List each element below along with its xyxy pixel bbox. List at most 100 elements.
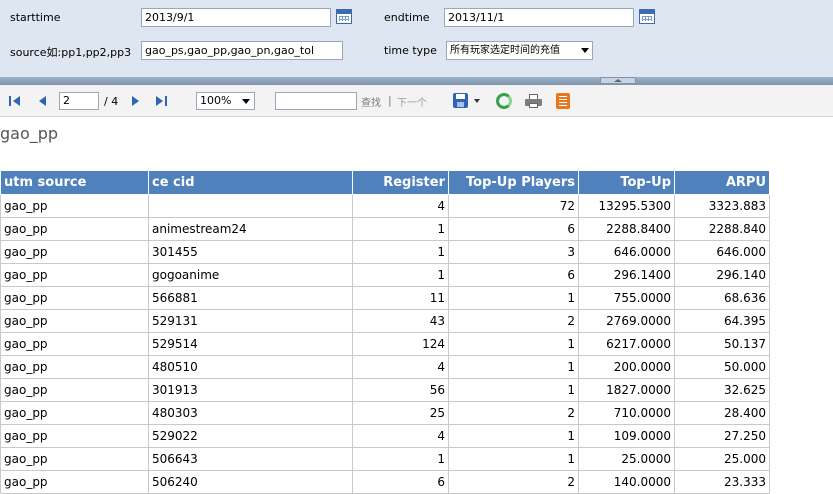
cell-top-up: 200.0000 — [578, 355, 675, 379]
cell-top-up-players: 1 — [448, 447, 579, 471]
cell-ce-cid — [148, 194, 353, 218]
cell-utm-source: gao_pp — [0, 355, 149, 379]
refresh-icon[interactable] — [496, 93, 512, 109]
zoom-value: 100% — [200, 94, 232, 107]
next-page-button[interactable] — [131, 95, 140, 107]
cell-top-up: 13295.5300 — [578, 194, 675, 218]
cell-top-up-players: 1 — [448, 332, 579, 356]
cell-arpu: 32.625 — [674, 378, 770, 402]
cell-utm-source: gao_pp — [0, 263, 149, 287]
column-header-register: Register — [352, 170, 449, 195]
parameter-panel: starttime 2013/9/1 endtime 2013/11/1 sou… — [0, 0, 833, 77]
column-header-utm-source: utm source — [0, 170, 149, 195]
cell-top-up: 6217.0000 — [578, 332, 675, 356]
report-toolbar: 2 / 4 100% 查找 | 下一个 — [0, 85, 833, 117]
cell-ce-cid: 529022 — [148, 424, 353, 448]
find-input[interactable] — [275, 92, 357, 110]
table-row: gao_pp 480510 4 1 200.0000 50.000 — [0, 355, 770, 379]
cell-ce-cid: 301455 — [148, 240, 353, 264]
previous-page-button[interactable] — [38, 95, 47, 107]
cell-register: 56 — [352, 378, 449, 402]
find-next-button[interactable]: 下一个 — [397, 94, 427, 109]
table-row: gao_pp gogoanime 1 6 296.1400 296.140 — [0, 263, 770, 287]
table-row: gao_pp 480303 25 2 710.0000 28.400 — [0, 401, 770, 425]
timetype-label: time type — [384, 44, 437, 57]
cell-ce-cid: 506643 — [148, 447, 353, 471]
cell-utm-source: gao_pp — [0, 194, 149, 218]
collapse-handle[interactable] — [600, 77, 636, 84]
table-row: gao_pp 301913 56 1 1827.0000 32.625 — [0, 378, 770, 402]
cell-utm-source: gao_pp — [0, 240, 149, 264]
column-header-arpu: ARPU — [674, 170, 770, 195]
cell-arpu: 296.140 — [674, 263, 770, 287]
cell-ce-cid: 480510 — [148, 355, 353, 379]
cell-top-up-players: 3 — [448, 240, 579, 264]
endtime-input[interactable]: 2013/11/1 — [444, 8, 634, 27]
cell-register: 11 — [352, 286, 449, 310]
cell-top-up: 296.1400 — [578, 263, 675, 287]
cell-arpu: 28.400 — [674, 401, 770, 425]
starttime-calendar-icon[interactable] — [336, 9, 352, 24]
cell-arpu: 50.000 — [674, 355, 770, 379]
table-row: gao_pp 4 72 13295.5300 3323.883 — [0, 194, 770, 218]
last-page-arrow-icon — [156, 96, 163, 106]
first-page-button[interactable] — [9, 95, 23, 107]
cell-ce-cid: 529514 — [148, 332, 353, 356]
timetype-selected-value: 所有玩家选定时间的充值 — [450, 45, 560, 56]
cell-top-up-players: 6 — [448, 263, 579, 287]
cell-register: 1 — [352, 263, 449, 287]
endtime-label: endtime — [384, 11, 430, 24]
cell-ce-cid: 506240 — [148, 470, 353, 494]
toolbar-separator: | — [388, 94, 392, 107]
starttime-input[interactable]: 2013/9/1 — [141, 8, 331, 27]
cell-utm-source: gao_pp — [0, 378, 149, 402]
cell-top-up: 140.0000 — [578, 470, 675, 494]
save-icon[interactable] — [453, 93, 468, 108]
find-button[interactable]: 查找 — [361, 94, 381, 109]
endtime-calendar-icon[interactable] — [639, 9, 655, 24]
cell-utm-source: gao_pp — [0, 470, 149, 494]
table-row: gao_pp 529514 124 1 6217.0000 50.137 — [0, 332, 770, 356]
cell-utm-source: gao_pp — [0, 447, 149, 471]
cell-top-up-players: 2 — [448, 470, 579, 494]
export-icon[interactable] — [556, 93, 570, 109]
cell-register: 1 — [352, 447, 449, 471]
table-row: gao_pp 301455 1 3 646.0000 646.000 — [0, 240, 770, 264]
cell-arpu: 27.250 — [674, 424, 770, 448]
save-dropdown-icon[interactable] — [474, 99, 480, 103]
last-page-button[interactable] — [156, 95, 170, 107]
column-header-ce-cid: ce cid — [148, 170, 353, 195]
cell-utm-source: gao_pp — [0, 286, 149, 310]
cell-register: 124 — [352, 332, 449, 356]
cell-top-up-players: 1 — [448, 286, 579, 310]
cell-arpu: 50.137 — [674, 332, 770, 356]
zoom-select[interactable]: 100% — [196, 92, 255, 110]
timetype-select[interactable]: 所有玩家选定时间的充值 — [446, 41, 593, 60]
print-icon[interactable] — [525, 94, 542, 108]
page-number-input[interactable]: 2 — [59, 92, 99, 110]
cell-top-up: 2769.0000 — [578, 309, 675, 333]
cell-arpu: 646.000 — [674, 240, 770, 264]
column-header-top-up: Top-Up — [578, 170, 675, 195]
cell-register: 6 — [352, 470, 449, 494]
cell-top-up: 755.0000 — [578, 286, 675, 310]
source-input[interactable]: gao_ps,gao_pp,gao_pn,gao_tol — [141, 41, 343, 60]
cell-register: 4 — [352, 424, 449, 448]
first-page-arrow-icon — [13, 96, 20, 106]
table-row: gao_pp 529131 43 2 2769.0000 64.395 — [0, 309, 770, 333]
source-label: source如:pp1,pp2,pp3 — [10, 46, 132, 59]
cell-top-up-players: 2 — [448, 401, 579, 425]
cell-top-up: 646.0000 — [578, 240, 675, 264]
print-output — [529, 103, 538, 108]
cell-register: 1 — [352, 217, 449, 241]
cell-top-up-players: 6 — [448, 217, 579, 241]
chevron-down-icon — [242, 99, 250, 104]
cell-ce-cid: animestream24 — [148, 217, 353, 241]
cell-register: 43 — [352, 309, 449, 333]
cell-register: 4 — [352, 194, 449, 218]
cell-top-up: 25.0000 — [578, 447, 675, 471]
cell-ce-cid: gogoanime — [148, 263, 353, 287]
cell-register: 25 — [352, 401, 449, 425]
starttime-label: starttime — [10, 11, 61, 24]
report-title: gao_pp — [0, 124, 59, 143]
